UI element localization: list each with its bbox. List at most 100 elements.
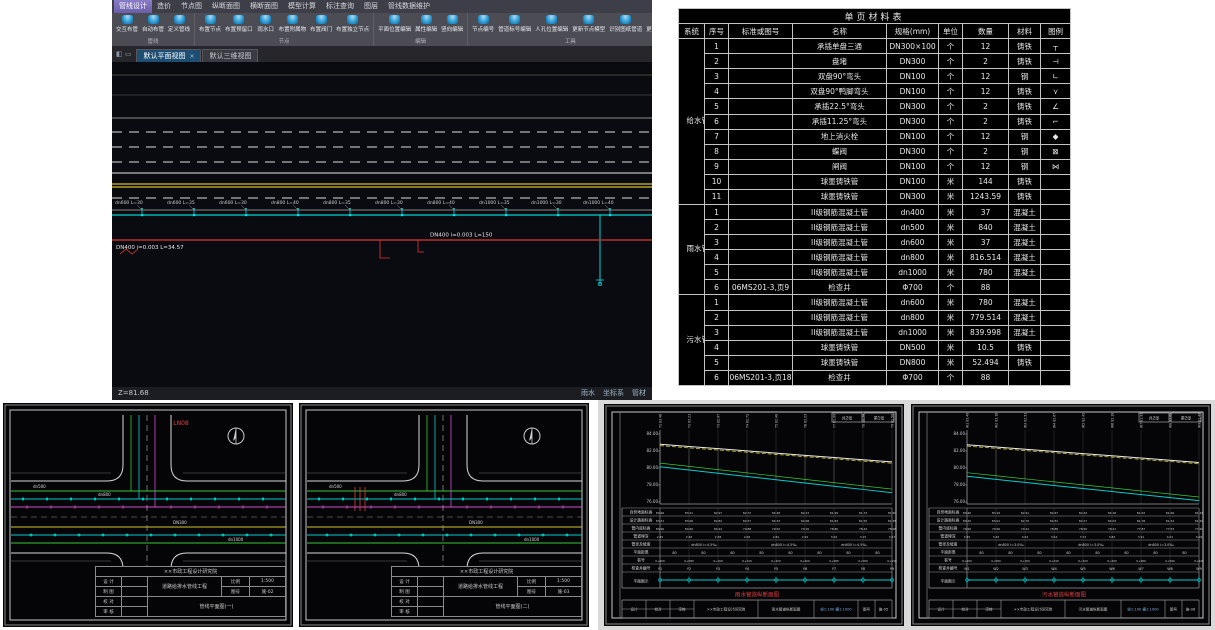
title-block-cell: 比例: [222, 577, 250, 587]
cell: 铸铁: [1009, 84, 1041, 99]
cell: 米: [939, 325, 963, 340]
ribbon-button[interactable]: 节点编号: [470, 14, 496, 39]
drawing-text: 79.52: [772, 527, 780, 531]
drawing-canvas[interactable]: dn600 L=30dn600 L=35dn600 L=30dn800 L=40…: [112, 62, 652, 387]
ribbon-button[interactable]: 人孔位置编辑: [533, 14, 570, 39]
drawing-text: 82.18: [1108, 511, 1116, 515]
ribbon-tab-1[interactable]: 管线设计: [114, 0, 152, 13]
ribbon-button[interactable]: 布置预留口: [223, 14, 255, 39]
cell: Φ700: [887, 370, 939, 385]
close-icon[interactable]: ×: [189, 53, 194, 60]
ribbon-button-label: 管道标号编辑: [498, 25, 531, 33]
ribbon-button[interactable]: 识别图纸管道: [607, 14, 644, 39]
cell: 混凝土: [1009, 220, 1041, 235]
ribbon-group: 平面位置编辑属性编辑竖向编辑编辑: [374, 13, 468, 46]
cell: 06MS201-3,页9: [729, 280, 793, 295]
cell: II级钢筋混凝土管: [793, 265, 887, 280]
cell: dn500: [887, 220, 939, 235]
cell: dn1000: [887, 325, 939, 340]
status-toggle[interactable]: 雨水: [581, 389, 595, 397]
ribbon-button[interactable]: 管道标号编辑: [496, 14, 533, 39]
drawing-text: W1: [964, 567, 970, 571]
ribbon-button[interactable]: 雨水口: [255, 14, 277, 39]
column-header: 序号: [705, 24, 729, 39]
drawing-text: 83.46: [656, 511, 664, 515]
view-layout-icons[interactable]: ◧ ▭: [116, 47, 131, 62]
status-toggle[interactable]: 坐标系: [603, 389, 624, 397]
drawing-text: Y6 82.23: [804, 414, 808, 428]
plan-sheet-1: LN08dn500dn800DN300dn1000××市政工程设计研究院设 计道…: [3, 403, 293, 627]
cell: 铸铁: [1009, 340, 1041, 355]
drawing-text: 0+080: [991, 559, 1001, 563]
drawing-text: dn600 L=30: [219, 200, 247, 206]
ribbon-tab-8[interactable]: 图层: [359, 0, 383, 13]
ribbon-button[interactable]: 布置独立节点: [334, 14, 371, 39]
cell: [1041, 280, 1071, 295]
drawing-text: 82.00: [954, 448, 966, 453]
cell: dn600: [887, 295, 939, 310]
cell: [729, 250, 793, 265]
ribbon-button[interactable]: 布置附属物: [277, 14, 309, 39]
cell: ⋈: [1041, 159, 1071, 174]
drawing-text: 82.00: [647, 448, 659, 453]
drawing-text: ××市政工程设计研究院: [1014, 607, 1053, 612]
drawing-text: dn800 i=4.5‰: [691, 543, 717, 547]
cell: 2: [705, 310, 729, 325]
pipe-node: [390, 498, 392, 500]
ribbon-button[interactable]: 定义管线: [166, 14, 192, 39]
cell: 779.514: [963, 310, 1009, 325]
cell: 个: [939, 144, 963, 159]
drawing-text: 桩号: [944, 558, 952, 563]
drawing-text: dn1000: [524, 537, 540, 542]
pipe-node: [414, 498, 416, 500]
cell: 铸铁: [1009, 54, 1041, 69]
cell: 4: [705, 250, 729, 265]
ribbon-button[interactable]: 布置阀门: [308, 14, 334, 39]
ribbon-tab-5[interactable]: 横断面图: [245, 0, 283, 13]
ribbon-tab-7[interactable]: 标注查询: [321, 0, 359, 13]
cell: 6: [705, 280, 729, 295]
ribbon-tab-9[interactable]: 管线数据维护: [383, 0, 435, 13]
ribbon-button[interactable]: 交互布管: [114, 14, 140, 39]
drawing-text: 图号: [1170, 607, 1178, 612]
drawing-text: 84.00: [954, 431, 966, 436]
pipe-node: [118, 498, 120, 500]
ribbon-button[interactable]: 竖向编辑: [439, 14, 465, 39]
cell: 米: [939, 250, 963, 265]
drawing-text: 共2张: [1149, 415, 1160, 421]
plan-sheet-2: dn500dn800DN300dn1000××市政工程设计研究院设 计道路给排水…: [299, 403, 589, 627]
title-block-cell: 1:500: [250, 577, 286, 587]
cell: DN300: [887, 54, 939, 69]
cell: 5: [705, 265, 729, 280]
drawing-text: dn600 L=35: [167, 200, 195, 206]
drawing-text: 2.46: [686, 535, 693, 539]
cell: 816.514: [963, 250, 1009, 265]
ribbon-group-label: 工具: [470, 39, 652, 46]
drawing-text: 80: [1095, 551, 1099, 555]
ribbon-button[interactable]: 自动布管: [140, 14, 166, 39]
ribbon-button[interactable]: 平面位置编辑: [376, 14, 413, 39]
drawing-text: DN300: [469, 520, 483, 525]
drawing-text: 0+320: [1078, 559, 1088, 563]
ribbon-button[interactable]: 更新节点模型: [570, 14, 607, 39]
ribbon-tab-6[interactable]: 模型计算: [283, 0, 321, 13]
ribbon-button[interactable]: 布置节点: [197, 14, 223, 39]
status-toggle[interactable]: 管材: [632, 389, 646, 397]
ribbon-tab-3[interactable]: 节点图: [176, 0, 207, 13]
system-name: 给水管: [679, 39, 705, 205]
document-tab[interactable]: 默认三维视图: [202, 49, 258, 62]
drawing-text: LN08: [173, 420, 189, 427]
cell: 780: [963, 265, 1009, 280]
drawing-text: 自然地面标高: [937, 510, 960, 515]
cell: 检查井: [793, 280, 887, 295]
ribbon-button[interactable]: 更新管线: [644, 14, 652, 39]
ribbon-tab-4[interactable]: 纵断面图: [207, 0, 245, 13]
document-tab[interactable]: 默认平面视图×: [136, 49, 201, 62]
drawing-text: 78.88: [1050, 527, 1058, 531]
compass-needle: [233, 428, 236, 441]
ribbon-button[interactable]: 属性编辑: [413, 14, 439, 39]
profile-sheet-2: 共2张第2张W1 83.40W2 83.16W3 82.91W4 82.67W5…: [911, 404, 1211, 626]
drawing-text: Y2 83.21: [688, 414, 692, 428]
ribbon-tab-2[interactable]: 造价: [152, 0, 176, 13]
cell: ⊣: [1041, 54, 1071, 69]
